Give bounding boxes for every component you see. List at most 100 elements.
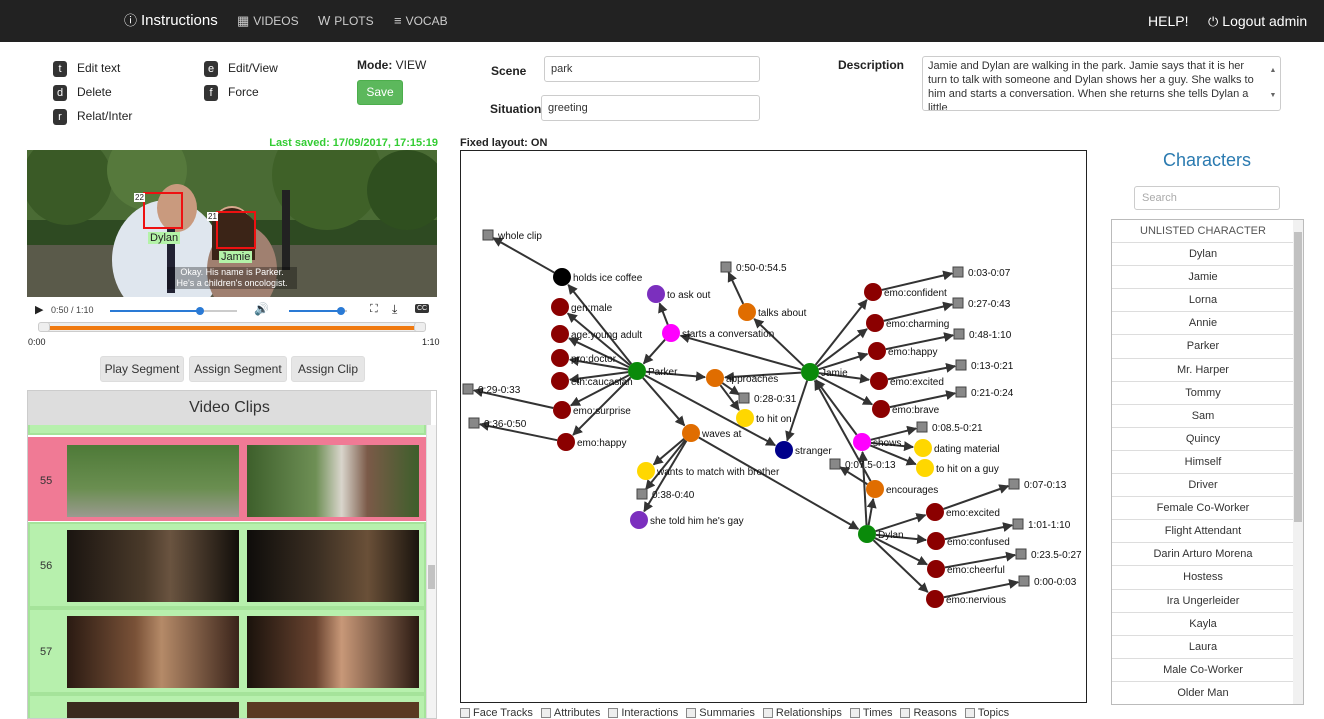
checkbox-icon[interactable]: [686, 708, 697, 719]
situation-input[interactable]: greeting: [541, 95, 760, 121]
segment-bar[interactable]: [38, 322, 426, 334]
graph-node-marker[interactable]: [551, 298, 569, 316]
character-item[interactable]: Darin Arturo Morena: [1112, 543, 1294, 567]
graph-node-marker[interactable]: [551, 372, 569, 390]
checkbox-icon[interactable]: [964, 708, 975, 719]
checkbox-icon[interactable]: [608, 708, 619, 719]
toggle-attributes[interactable]: Attributes: [540, 707, 600, 719]
graph-node-attribute[interactable]: emo:cheerful: [927, 560, 1005, 578]
graph-node-time[interactable]: 0:23.5-0:27: [1015, 548, 1082, 561]
graph-node-marker[interactable]: [952, 297, 964, 309]
character-item[interactable]: Flight Attendant: [1112, 520, 1294, 544]
toggle-reasons[interactable]: Reasons: [900, 707, 957, 719]
graph-node-marker[interactable]: [872, 400, 890, 418]
character-item[interactable]: Kayla: [1112, 613, 1294, 636]
graph-node-marker[interactable]: [926, 503, 944, 521]
description-scrollbar[interactable]: ▲ ▼: [1268, 58, 1278, 109]
nav-vocab[interactable]: ≡ VOCAB: [394, 0, 448, 42]
checkbox-icon[interactable]: [540, 708, 551, 719]
graph-node-marker[interactable]: [1008, 478, 1020, 490]
download-icon[interactable]: ⤓: [392, 302, 397, 317]
captions-icon[interactable]: CC: [415, 304, 430, 313]
graph-node-marker[interactable]: [916, 421, 928, 433]
graph-node-time[interactable]: 0:48-1:10: [953, 328, 1012, 341]
volume-track[interactable]: [289, 307, 347, 315]
graph-node-character[interactable]: Dylan: [858, 525, 904, 543]
graph-node-time[interactable]: 0:38-0:40: [636, 488, 695, 501]
save-button[interactable]: Save: [357, 80, 403, 105]
description-textarea[interactable]: Jamie and Dylan are walking in the park.…: [922, 56, 1281, 111]
graph-node-marker[interactable]: [720, 261, 732, 273]
graph-svg[interactable]: whole clip holds ice coffee gen:male age:yo…: [461, 151, 1087, 703]
graph-node-marker[interactable]: [462, 383, 474, 395]
character-item-unlisted[interactable]: UNLISTED CHARACTER: [1112, 220, 1294, 244]
graph-node-character[interactable]: Parker: [628, 362, 678, 380]
segment-end-handle[interactable]: [414, 322, 426, 332]
assign-segment-button[interactable]: Assign Segment: [189, 356, 287, 382]
graph-node-marker[interactable]: [853, 433, 871, 451]
graph-node-marker[interactable]: [866, 480, 884, 498]
graph-node-marker[interactable]: [557, 433, 575, 451]
toggle-face-tracks[interactable]: Face Tracks: [460, 707, 533, 719]
toggle-interactions[interactable]: Interactions: [608, 707, 678, 719]
play-segment-button[interactable]: Play Segment: [100, 356, 184, 382]
graph-node-time[interactable]: 0:07-0:13: [1008, 478, 1067, 491]
graph-node-time[interactable]: 0:29-0:33: [462, 383, 521, 396]
graph-node-time[interactable]: whole clip: [482, 229, 542, 242]
nav-plots[interactable]: W PLOTS: [318, 0, 374, 42]
play-icon[interactable]: ▶: [35, 303, 43, 316]
graph-node-marker[interactable]: [682, 424, 700, 442]
character-item[interactable]: Dylan: [1112, 243, 1294, 267]
graph-node-time[interactable]: 0:50-0:54.5: [720, 261, 787, 274]
character-item[interactable]: Driver: [1112, 474, 1294, 498]
graph-node-topic[interactable]: she told him he's gay: [630, 511, 744, 529]
character-item[interactable]: Female Co-Worker: [1112, 497, 1294, 521]
graph-node-attribute[interactable]: eth:caucasian: [551, 372, 633, 390]
character-item[interactable]: Tommy: [1112, 382, 1294, 405]
character-item[interactable]: Parker: [1112, 335, 1294, 359]
graph-node-reason[interactable]: wants to match with brother: [637, 462, 780, 480]
graph-node-summary[interactable]: starts a conversation: [662, 324, 774, 342]
nav-help[interactable]: HELP!: [1148, 0, 1188, 42]
clip-row-55[interactable]: 55: [28, 437, 426, 521]
graph-node-attribute[interactable]: emo:excited: [926, 503, 1000, 521]
graph-node-marker[interactable]: [551, 325, 569, 343]
graph-node-marker[interactable]: [468, 417, 480, 429]
scene-input[interactable]: park: [544, 56, 760, 82]
graph-node-attribute[interactable]: emo:charming: [866, 314, 949, 332]
graph-node-object[interactable]: holds ice coffee: [553, 268, 643, 286]
graph-node-marker[interactable]: [829, 458, 841, 470]
segment-start-handle[interactable]: [38, 322, 50, 332]
graph-node-summary[interactable]: shows: [853, 433, 901, 451]
checkbox-icon[interactable]: [460, 708, 470, 719]
graph-node-marker[interactable]: [927, 560, 945, 578]
graph-node-attribute[interactable]: emo:surprise: [553, 401, 631, 419]
graph-node-marker[interactable]: [551, 349, 569, 367]
checkbox-icon[interactable]: [762, 708, 773, 719]
fullscreen-icon[interactable]: ⛶: [370, 303, 378, 316]
graph-node-marker[interactable]: [738, 303, 756, 321]
character-item[interactable]: Jamie: [1112, 266, 1294, 290]
clip-row-partial[interactable]: [28, 425, 426, 435]
clip-row-56[interactable]: 56: [28, 522, 426, 608]
graph-node-marker[interactable]: [927, 532, 945, 550]
character-item[interactable]: Ira Ungerleider: [1112, 590, 1294, 613]
graph-node-topic[interactable]: to ask out: [647, 285, 711, 303]
graph-node-marker[interactable]: [955, 359, 967, 371]
graph-node-attribute[interactable]: age:young adult: [551, 325, 642, 343]
graph-node-marker[interactable]: [864, 283, 882, 301]
graph-node-marker[interactable]: [926, 590, 944, 608]
graph-node-attribute[interactable]: emo:happy: [557, 433, 626, 451]
character-list-scrollbar[interactable]: [1293, 220, 1303, 704]
graph-node-marker[interactable]: [736, 409, 754, 427]
toggle-summaries[interactable]: Summaries: [686, 707, 755, 719]
graph-node-marker[interactable]: [775, 441, 793, 459]
character-search-input[interactable]: Search: [1134, 186, 1280, 210]
graph-node-relationship[interactable]: stranger: [775, 441, 832, 459]
character-item[interactable]: Hostess: [1112, 566, 1294, 590]
graph-node-interaction[interactable]: approaches: [706, 369, 778, 387]
nav-instructions[interactable]: ⓘ Instructions: [124, 0, 218, 42]
graph-node-time[interactable]: 0:21-0:24: [955, 386, 1014, 399]
character-item[interactable]: Sam: [1112, 405, 1294, 428]
toggle-relationships[interactable]: Relationships: [762, 707, 842, 719]
